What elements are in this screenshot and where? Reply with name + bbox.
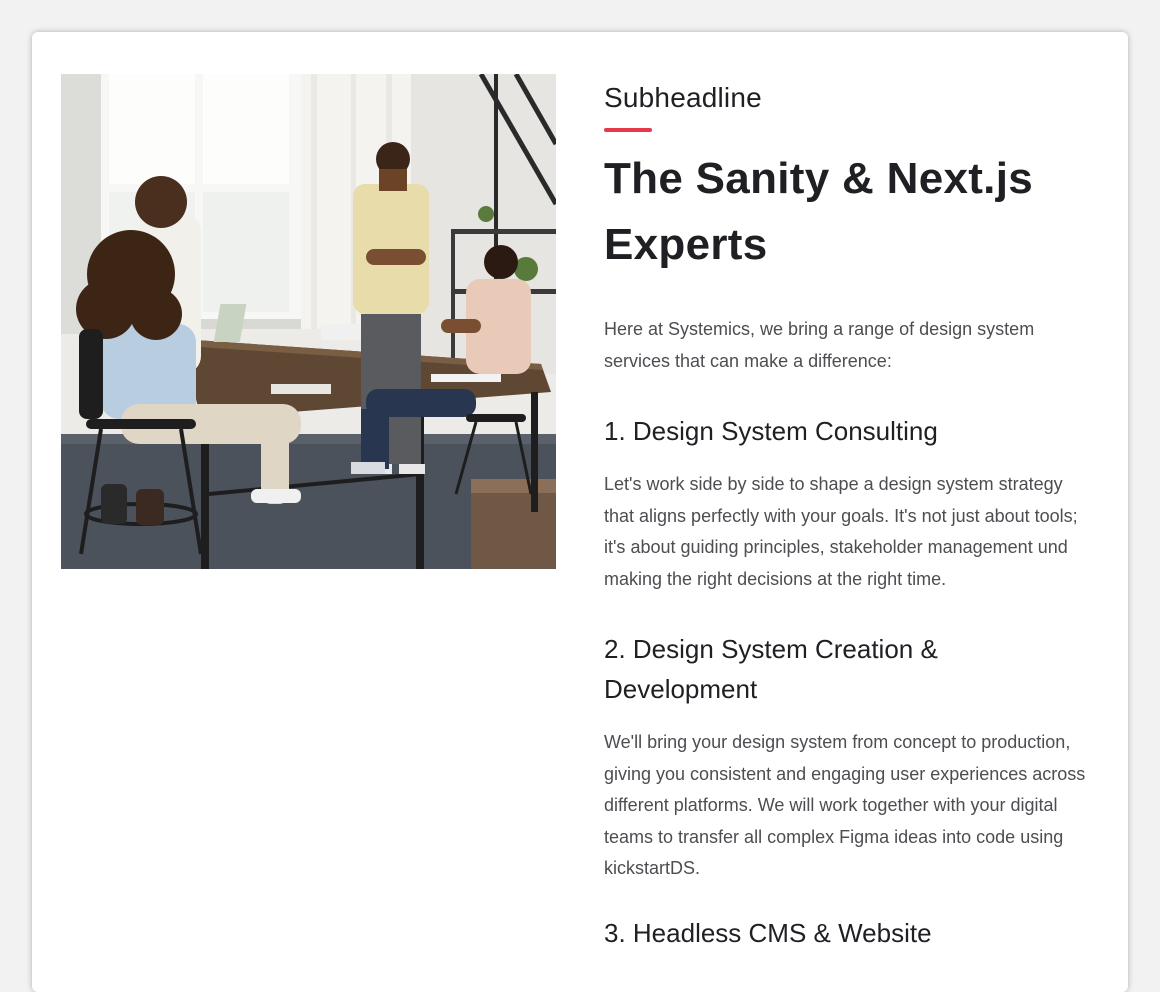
accent-divider (604, 128, 652, 132)
office-team-photo (61, 74, 556, 569)
section-text-creation: We'll bring your design system from conc… (604, 732, 1086, 878)
office-team-illustration (61, 74, 556, 569)
section-title-headless-cms: 3. Headless CMS & Website (604, 917, 932, 948)
content-column: Subheadline The Sanity & Next.js Experts… (604, 74, 1094, 953)
section-title-consulting: 1. Design System Consulting (604, 416, 938, 446)
page-headline: The Sanity & Next.js Experts (604, 154, 1034, 269)
subheadline: Subheadline (604, 82, 762, 113)
content-card: Subheadline The Sanity & Next.js Experts… (32, 32, 1128, 992)
intro-text: Here at Systemics, we bring a range of d… (604, 319, 1035, 371)
section-text-consulting: Let's work side by side to shape a desig… (604, 474, 1078, 589)
section-title-creation: 2. Design System Creation & Development (604, 634, 938, 704)
